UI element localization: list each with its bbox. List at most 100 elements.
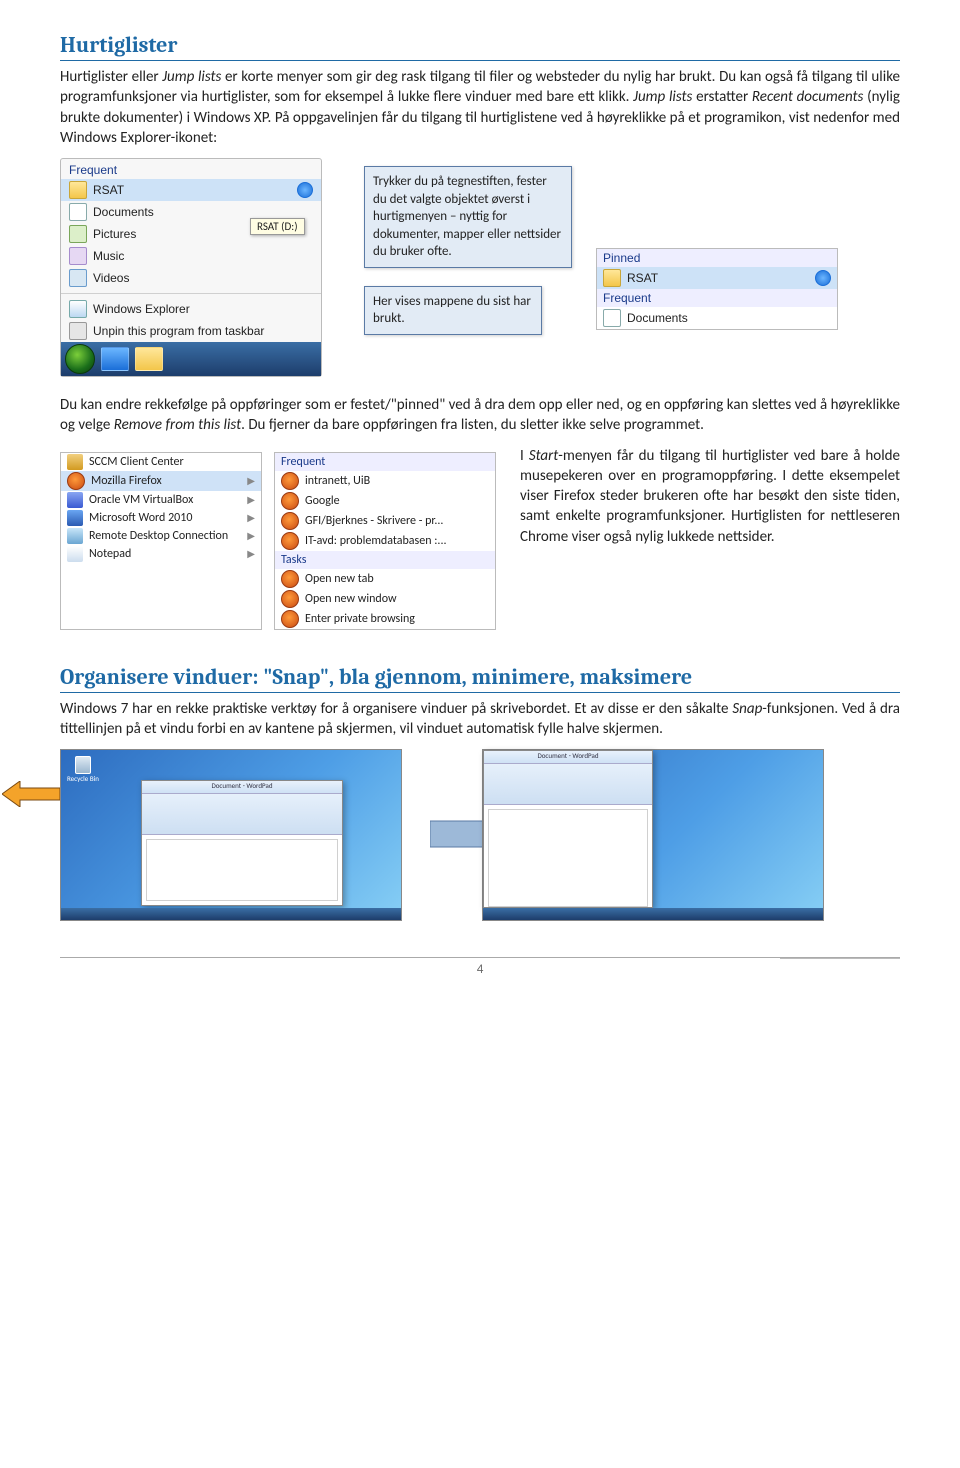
- start-item-label: SCCM Client Center: [89, 455, 184, 469]
- list-item-label: Pictures: [93, 227, 136, 241]
- start-flyout-header-frequent: Frequent: [275, 453, 495, 471]
- taskbar-explorer-icon[interactable]: [135, 347, 163, 371]
- list-item-label: RSAT: [627, 271, 658, 285]
- start-item-label: Notepad: [89, 547, 131, 561]
- jumplist-screenshot-pinned: Pinned RSAT Frequent Documents: [596, 248, 838, 330]
- start-flyout-header-tasks: Tasks: [275, 551, 495, 569]
- music-icon: [69, 247, 87, 265]
- frequent-header: Frequent: [597, 289, 837, 307]
- start-item-sccm[interactable]: SCCM Client Center: [61, 453, 261, 471]
- wordpad-window-snapped: Document - WordPad: [483, 750, 653, 908]
- notepad-icon: [67, 546, 83, 562]
- remote-desktop-icon: [67, 528, 83, 544]
- firefox-icon: [281, 532, 299, 550]
- document-icon: [603, 309, 621, 327]
- flyout-item-label: GFI/Bjerknes - Skrivere - pr...: [305, 514, 443, 528]
- list-item-music[interactable]: Music: [61, 245, 321, 267]
- unpin-icon: [69, 322, 87, 340]
- heading-hurtiglister: Hurtiglister: [60, 32, 900, 61]
- list-item-unpin[interactable]: Unpin this program from taskbar: [61, 320, 321, 342]
- flyout-item-label: Google: [305, 494, 340, 508]
- para4-italic: Snap: [732, 700, 762, 718]
- chevron-right-icon: ▶: [247, 474, 255, 487]
- para-startmenu: I Start-menyen får du tilgang til hurtig…: [520, 446, 900, 547]
- firefox-icon: [281, 590, 299, 608]
- separator: [61, 293, 321, 294]
- para-snap: Windows 7 har en rekke praktiske verktøy…: [60, 699, 900, 740]
- para3-text-1: I: [520, 447, 529, 465]
- list-item-label: Windows Explorer: [93, 302, 190, 316]
- wordpad-title: Document - WordPad: [142, 781, 342, 794]
- startmenu-screenshot: SCCM Client Center Mozilla Firefox ▶ Orac…: [60, 452, 496, 630]
- list-item-label: Documents: [93, 205, 154, 219]
- snap-arrow-icon: [2, 781, 60, 807]
- folder-icon: [69, 181, 87, 199]
- list-item-label: Videos: [93, 271, 129, 285]
- chevron-right-icon: ▶: [247, 493, 255, 506]
- flyout-task-label: Open new window: [305, 592, 397, 606]
- heading-snap: Organisere vinduer: "Snap", bla gjennom,…: [60, 664, 900, 693]
- pin-icon[interactable]: [297, 182, 313, 198]
- list-item-rsat-pinned[interactable]: RSAT: [597, 267, 837, 289]
- jumplist-header-frequent: Frequent: [61, 159, 321, 179]
- para2-italic: Remove from this list: [114, 416, 241, 434]
- para3-italic: Start: [529, 447, 558, 465]
- snap-figure: Recycle Bin Document - WordPad Document …: [60, 749, 900, 921]
- flyout-task-label: Enter private browsing: [305, 612, 415, 626]
- pictures-icon: [69, 225, 87, 243]
- intro-para: Hurtiglister eller Jump lists er korte m…: [60, 67, 900, 148]
- flyout-item[interactable]: GFI/Bjerknes - Skrivere - pr...: [275, 511, 495, 531]
- document-icon: [69, 203, 87, 221]
- folder-icon: [603, 269, 621, 287]
- pin-icon[interactable]: [815, 270, 831, 286]
- taskbar-ie-icon[interactable]: [101, 347, 129, 371]
- flyout-item[interactable]: intranett, UiB: [275, 471, 495, 491]
- intro-italic-2: Jump lists: [633, 88, 692, 106]
- page-footer: 4: [60, 957, 900, 977]
- para-remove-from-list: Du kan endre rekkefølge på oppføringer s…: [60, 395, 900, 436]
- flyout-item[interactable]: Google: [275, 491, 495, 511]
- start-item-word[interactable]: Microsoft Word 2010 ▶: [61, 509, 261, 527]
- recycle-bin-icon: Recycle Bin: [67, 756, 99, 783]
- desktop-after: Document - WordPad: [482, 749, 824, 921]
- start-item-virtualbox[interactable]: Oracle VM VirtualBox ▶: [61, 491, 261, 509]
- list-item-documents[interactable]: Documents: [597, 307, 837, 329]
- start-item-label: Mozilla Firefox: [91, 474, 162, 488]
- list-item-label: Documents: [627, 311, 688, 325]
- start-item-label: Oracle VM VirtualBox: [89, 493, 193, 507]
- firefox-icon: [281, 610, 299, 628]
- start-orb-icon[interactable]: [65, 344, 95, 374]
- start-item-label: Microsoft Word 2010: [89, 511, 192, 525]
- intro-text-3: erstatter: [692, 88, 752, 106]
- para3-text-2: -menyen får du tilgang til hurtiglister …: [520, 447, 900, 546]
- flyout-task[interactable]: Open new window: [275, 589, 495, 609]
- wordpad-window-small: Document - WordPad: [141, 780, 343, 906]
- flyout-task-label: Open new tab: [305, 572, 374, 586]
- list-item-videos[interactable]: Videos: [61, 267, 321, 289]
- firefox-icon: [281, 472, 299, 490]
- flyout-task[interactable]: Enter private browsing: [275, 609, 495, 629]
- start-item-notepad[interactable]: Notepad ▶: [61, 545, 261, 563]
- flyout-item-label: intranett, UiB: [305, 474, 370, 488]
- intro-italic-1: Jump lists: [162, 68, 221, 86]
- flyout-item[interactable]: IT-avd: problemdatabasen :...: [275, 531, 495, 551]
- tooltip-rsat: RSAT (D:): [250, 218, 305, 235]
- chevron-right-icon: ▶: [247, 511, 255, 524]
- chevron-right-icon: ▶: [247, 547, 255, 560]
- wordpad-title: Document - WordPad: [484, 751, 652, 764]
- firefox-icon: [281, 492, 299, 510]
- windows-explorer-icon: [69, 300, 87, 318]
- jumplist-screenshot-1: Frequent RSAT Documents Pictures Music: [60, 158, 340, 377]
- flyout-task[interactable]: Open new tab: [275, 569, 495, 589]
- list-item-windows-explorer[interactable]: Windows Explorer: [61, 298, 321, 320]
- taskbar: [61, 342, 321, 376]
- flyout-item-label: IT-avd: problemdatabasen :...: [305, 534, 447, 548]
- para4-text-1: Windows 7 har en rekke praktiske verktøy…: [60, 700, 732, 718]
- start-item-remotedesktop[interactable]: Remote Desktop Connection▶: [61, 527, 261, 545]
- sccm-icon: [67, 454, 83, 470]
- firefox-icon: [67, 472, 85, 490]
- start-item-firefox[interactable]: Mozilla Firefox ▶: [61, 471, 261, 491]
- page-number: 4: [477, 962, 484, 977]
- list-item-rsat[interactable]: RSAT: [61, 179, 321, 201]
- wordpad-ribbon: [142, 794, 342, 835]
